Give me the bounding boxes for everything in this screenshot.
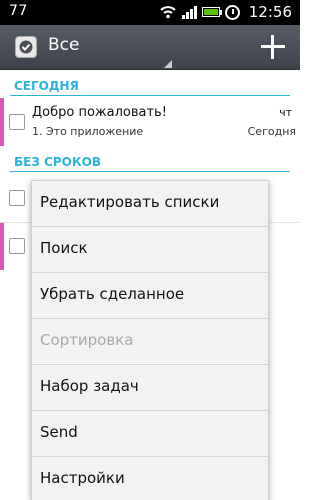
task-row[interactable]: Добро пожаловать! 1. Это приложение чт С… xyxy=(0,98,300,146)
battery-icon xyxy=(202,7,222,17)
menu-item-search[interactable]: Поиск xyxy=(32,227,268,273)
menu-item-settings[interactable]: Настройки xyxy=(32,457,268,500)
menu-item-label: Сортировка xyxy=(40,331,134,349)
task-checkbox[interactable] xyxy=(9,238,25,254)
section-label-today: СЕГОДНЯ xyxy=(14,79,79,93)
menu-item-label: Набор задач xyxy=(40,377,139,395)
task-note: 1. Это приложение xyxy=(32,125,144,138)
task-date: Сегодня xyxy=(247,125,296,138)
task-title: Добро пожаловать! xyxy=(32,105,167,120)
task-checkbox[interactable] xyxy=(9,114,25,130)
menu-item-task-set[interactable]: Набор задач xyxy=(32,365,268,411)
menu-item-label: Настройки xyxy=(40,469,125,487)
menu-item-label: Поиск xyxy=(40,239,88,257)
section-label-no-deadline: БЕЗ СРОКОВ xyxy=(14,155,102,169)
menu-item-send[interactable]: Send xyxy=(32,411,268,457)
action-bar: Все xyxy=(0,25,300,70)
screen: 77 12:56 Все СЕГОДНЯ Добро пожаловать! 1… xyxy=(0,0,300,500)
section-rule xyxy=(10,171,290,172)
signal-icon xyxy=(182,6,197,19)
status-bar: 77 12:56 xyxy=(0,0,300,25)
section-rule xyxy=(10,95,290,96)
status-icons xyxy=(160,4,240,20)
section-header-today: СЕГОДНЯ xyxy=(0,74,300,96)
menu-item-remove-completed[interactable]: Убрать сделанное xyxy=(32,273,268,319)
alarm-icon xyxy=(225,4,240,20)
status-left-text: 77 xyxy=(9,3,28,19)
wifi-icon xyxy=(160,6,176,19)
status-time: 12:56 xyxy=(248,3,292,21)
list-selector-title[interactable]: Все xyxy=(48,35,79,55)
options-menu: Редактировать списки Поиск Убрать сделан… xyxy=(31,180,269,500)
priority-bar xyxy=(0,98,4,146)
menu-item-label: Редактировать списки xyxy=(40,193,220,211)
section-header-no-deadline: БЕЗ СРОКОВ xyxy=(0,150,300,172)
menu-item-label: Убрать сделанное xyxy=(40,285,185,303)
menu-item-label: Send xyxy=(40,423,78,441)
dropdown-corner-icon xyxy=(164,60,172,68)
task-checkbox[interactable] xyxy=(9,190,25,206)
priority-bar xyxy=(0,223,4,270)
menu-item-edit-lists[interactable]: Редактировать списки xyxy=(32,181,268,227)
menu-item-sort: Сортировка xyxy=(32,319,268,365)
app-check-icon[interactable] xyxy=(15,36,37,58)
add-icon[interactable] xyxy=(258,32,288,62)
task-day: чт xyxy=(279,106,292,119)
